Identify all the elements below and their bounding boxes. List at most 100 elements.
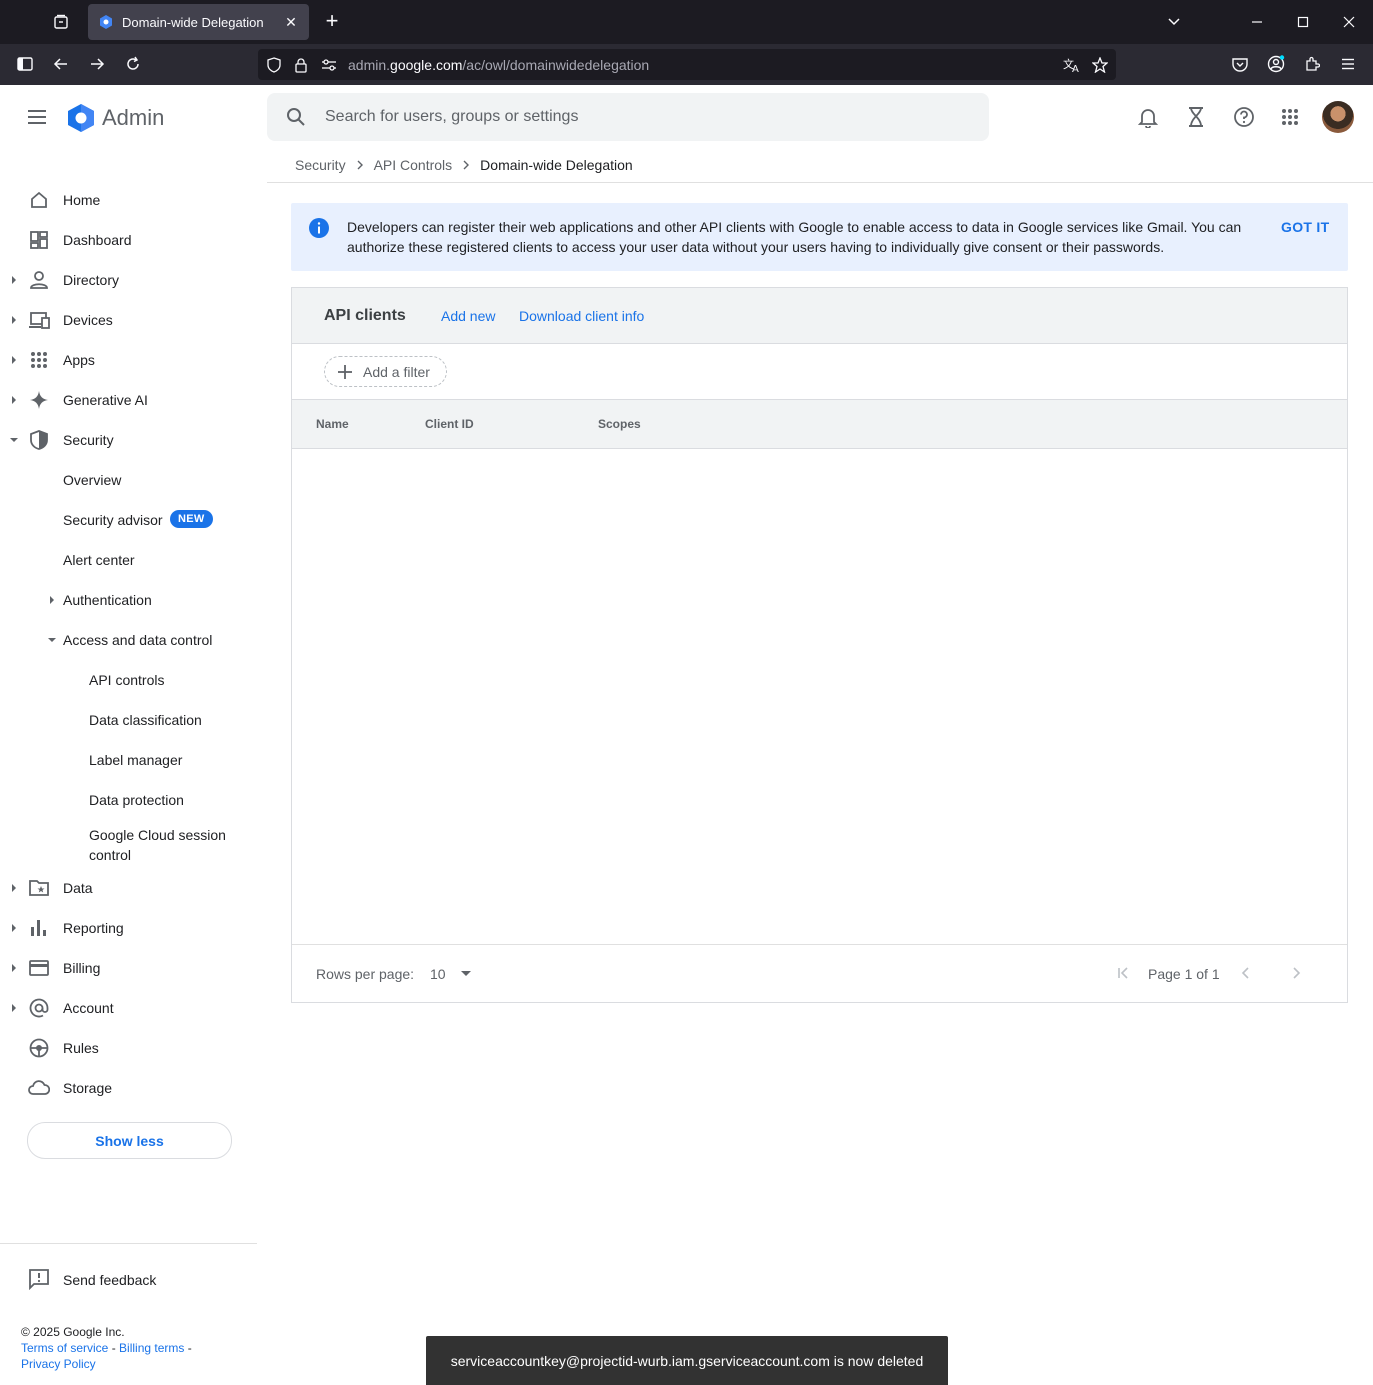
sidebar-item-security[interactable]: Security	[0, 422, 257, 458]
close-tab-icon[interactable]: ✕	[283, 14, 299, 30]
billing-terms-link[interactable]: Billing terms	[119, 1341, 184, 1355]
user-avatar[interactable]	[1322, 101, 1354, 133]
sidebar-item-access-and-data-control[interactable]: Access and data control	[0, 622, 257, 658]
expand-caret-icon[interactable]	[10, 276, 18, 284]
folder-star-icon	[28, 877, 50, 899]
tasks-hourglass-icon[interactable]	[1182, 103, 1210, 131]
admin-logo[interactable]: Admin	[66, 103, 164, 133]
minimize-window-icon[interactable]	[1242, 8, 1272, 36]
browser-tab-bar: Domain-wide Delegation ✕ +	[0, 0, 1373, 44]
lock-icon[interactable]	[291, 55, 311, 75]
pocket-icon[interactable]	[1226, 50, 1254, 78]
rows-per-page-select[interactable]: 10	[430, 966, 446, 982]
sidebar-item-directory[interactable]: Directory	[0, 262, 257, 298]
privacy-policy-link[interactable]: Privacy Policy	[21, 1357, 96, 1371]
new-tab-icon[interactable]: +	[320, 10, 344, 34]
download-client-info-button[interactable]: Download client info	[519, 308, 644, 324]
sidebar-item-billing[interactable]: Billing	[0, 950, 257, 986]
expand-caret-icon[interactable]	[10, 316, 18, 324]
translate-icon[interactable]: 文A	[1062, 55, 1082, 75]
column-header-client-id[interactable]: Client ID	[425, 417, 474, 431]
sidebar-item-label-line2: control	[89, 847, 132, 863]
shield-icon[interactable]	[264, 55, 284, 75]
help-icon[interactable]	[1230, 103, 1258, 131]
collapse-caret-icon[interactable]	[48, 636, 56, 644]
expand-caret-icon[interactable]	[10, 396, 18, 404]
admin-header: Admin Search for users, groups or settin…	[0, 85, 1373, 149]
account-icon[interactable]	[1262, 50, 1290, 78]
sidebar-item-dashboard[interactable]: Dashboard	[0, 222, 257, 258]
expand-caret-icon[interactable]	[10, 884, 18, 892]
sidebar-item-label: Billing	[63, 960, 101, 976]
sidebar-item-storage[interactable]: Storage	[0, 1070, 257, 1106]
copyright-text: © 2025 Google Inc.	[21, 1325, 125, 1339]
apps-grid-icon[interactable]	[1276, 103, 1304, 131]
reload-icon[interactable]	[119, 50, 147, 78]
sidebar-item-devices[interactable]: Devices	[0, 302, 257, 338]
extensions-icon[interactable]	[1298, 50, 1326, 78]
show-less-button[interactable]: Show less	[27, 1122, 232, 1159]
info-icon	[309, 218, 329, 238]
expand-caret-icon[interactable]	[10, 1004, 18, 1012]
sidebar-item-alert-center[interactable]: Alert center	[0, 542, 257, 578]
terms-of-service-link[interactable]: Terms of service	[21, 1341, 108, 1355]
sidebar-item-google-cloud-session-control[interactable]: Google Cloud session control	[0, 824, 257, 866]
sidebar-item-security-advisor[interactable]: Security advisor NEW	[0, 502, 257, 538]
sidebar-item-data-classification[interactable]: Data classification	[0, 702, 257, 738]
sidebar-item-data-protection[interactable]: Data protection	[0, 782, 257, 818]
sidebar-item-authentication[interactable]: Authentication	[0, 582, 257, 618]
send-feedback-button[interactable]: Send feedback	[0, 1262, 257, 1298]
sidebar-item-overview[interactable]: Overview	[0, 462, 257, 498]
admin-search-box[interactable]: Search for users, groups or settings	[267, 93, 989, 141]
sidebar-item-data[interactable]: Data	[0, 870, 257, 906]
admin-favicon-icon	[100, 15, 112, 29]
sidebar-item-account[interactable]: Account	[0, 990, 257, 1026]
maximize-window-icon[interactable]	[1288, 8, 1318, 36]
notifications-bell-icon[interactable]	[1134, 103, 1162, 131]
sidebar: Home Dashboard Directory Devices Apps Ge…	[0, 149, 257, 1385]
url-bar[interactable]: admin.google.com/ac/owl/domainwidedelega…	[258, 49, 1116, 80]
collapse-caret-icon[interactable]	[10, 436, 18, 444]
expand-caret-icon[interactable]	[10, 356, 18, 364]
sidebar-item-label-manager[interactable]: Label manager	[0, 742, 257, 778]
tab-list-icon[interactable]	[48, 10, 74, 34]
sidebar-toggle-icon[interactable]	[11, 50, 39, 78]
column-header-name[interactable]: Name	[316, 417, 349, 431]
url-text[interactable]: admin.google.com/ac/owl/domainwidedelega…	[348, 57, 649, 73]
first-page-icon[interactable]	[1114, 963, 1134, 983]
api-clients-header: API clients Add new Download client info	[292, 288, 1347, 344]
close-window-icon[interactable]	[1334, 8, 1364, 36]
tab-title: Domain-wide Delegation	[122, 14, 264, 30]
send-feedback-label: Send feedback	[63, 1272, 157, 1288]
sidebar-item-apps[interactable]: Apps	[0, 342, 257, 378]
permissions-icon[interactable]	[319, 55, 339, 75]
bookmark-star-icon[interactable]	[1090, 55, 1110, 75]
sidebar-item-generative-ai[interactable]: Generative AI	[0, 382, 257, 418]
chevron-right-icon	[462, 157, 470, 173]
expand-caret-icon[interactable]	[10, 964, 18, 972]
sidebar-item-reporting[interactable]: Reporting	[0, 910, 257, 946]
main-menu-icon[interactable]	[24, 105, 50, 129]
breadcrumb-security[interactable]: Security	[295, 157, 346, 173]
breadcrumb-api-controls[interactable]: API Controls	[374, 157, 453, 173]
got-it-button[interactable]: GOT IT	[1281, 219, 1329, 235]
sidebar-item-api-controls[interactable]: API controls	[0, 662, 257, 698]
list-all-tabs-icon[interactable]	[1159, 8, 1189, 36]
back-icon[interactable]	[47, 50, 75, 78]
forward-icon[interactable]	[83, 50, 111, 78]
column-header-scopes[interactable]: Scopes	[598, 417, 641, 431]
next-page-icon[interactable]	[1287, 963, 1307, 983]
browser-menu-icon[interactable]	[1334, 50, 1362, 78]
previous-page-icon[interactable]	[1235, 963, 1255, 983]
sidebar-item-home[interactable]: Home	[0, 182, 257, 218]
add-filter-button[interactable]: Add a filter	[324, 356, 447, 387]
browser-tab-active[interactable]: Domain-wide Delegation ✕	[88, 4, 309, 40]
dropdown-arrow-icon[interactable]	[460, 970, 472, 978]
expand-caret-icon[interactable]	[48, 596, 56, 604]
api-clients-card: API clients Add new Download client info…	[291, 287, 1348, 1003]
url-path: /ac/owl/domainwidedelegation	[462, 57, 650, 73]
admin-logo-icon	[68, 104, 94, 132]
add-new-button[interactable]: Add new	[441, 308, 495, 324]
expand-caret-icon[interactable]	[10, 924, 18, 932]
sidebar-item-rules[interactable]: Rules	[0, 1030, 257, 1066]
